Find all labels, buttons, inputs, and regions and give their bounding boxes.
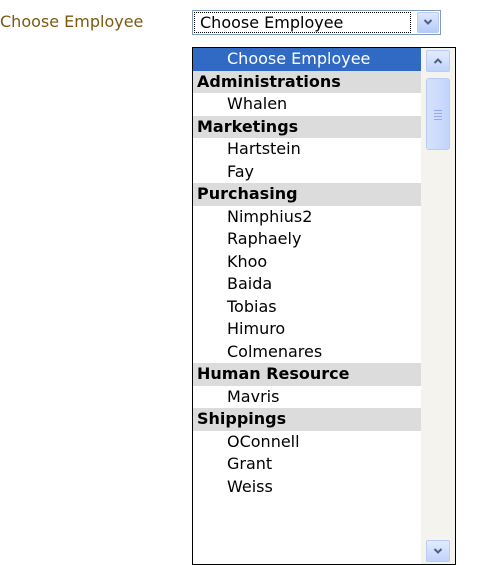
option-item[interactable]: OConnell <box>193 431 421 454</box>
thumb-grip-line <box>434 116 442 117</box>
dropdown-options: Choose Employee Administrations Whalen Mark… <box>193 48 421 498</box>
employee-select-value[interactable]: Choose Employee <box>194 12 411 33</box>
dropdown-toggle-button[interactable] <box>417 12 439 33</box>
thumb-grip-line <box>434 119 442 120</box>
scroll-down-button[interactable] <box>426 540 450 562</box>
option-selected[interactable]: Choose Employee <box>193 48 421 71</box>
thumb-grip-line <box>434 113 442 114</box>
option-item[interactable]: Khoo <box>193 251 421 274</box>
option-item[interactable]: Whalen <box>193 93 421 116</box>
vertical-scrollbar[interactable] <box>421 48 455 564</box>
arrow-up-icon <box>433 58 443 64</box>
scroll-thumb[interactable] <box>426 78 450 150</box>
option-group-header: Administrations <box>193 70 421 93</box>
option-item[interactable]: Nimphius2 <box>193 206 421 229</box>
option-item[interactable]: Himuro <box>193 318 421 341</box>
arrow-down-icon <box>433 548 443 554</box>
option-item[interactable]: Fay <box>193 161 421 184</box>
option-item[interactable]: Hartstein <box>193 138 421 161</box>
option-group-header: Human Resource <box>193 363 421 386</box>
option-group-header: Purchasing <box>193 183 421 206</box>
option-item[interactable]: Baida <box>193 273 421 296</box>
option-item[interactable]: Tobias <box>193 296 421 319</box>
option-item[interactable]: Raphaely <box>193 228 421 251</box>
chevron-down-icon <box>423 19 433 25</box>
option-group-header: Shippings <box>193 408 421 431</box>
option-item[interactable]: Grant <box>193 453 421 476</box>
option-group-header: Marketings <box>193 115 421 138</box>
employee-label: Choose Employee <box>0 12 144 31</box>
thumb-grip-line <box>434 110 442 111</box>
scroll-up-button[interactable] <box>426 50 450 72</box>
option-item[interactable]: Weiss <box>193 476 421 499</box>
employee-select[interactable]: Choose Employee <box>192 10 441 35</box>
option-item[interactable]: Mavris <box>193 386 421 409</box>
option-item[interactable]: Colmenares <box>193 341 421 364</box>
employee-dropdown-list[interactable]: Choose Employee Administrations Whalen Mark… <box>192 47 456 565</box>
